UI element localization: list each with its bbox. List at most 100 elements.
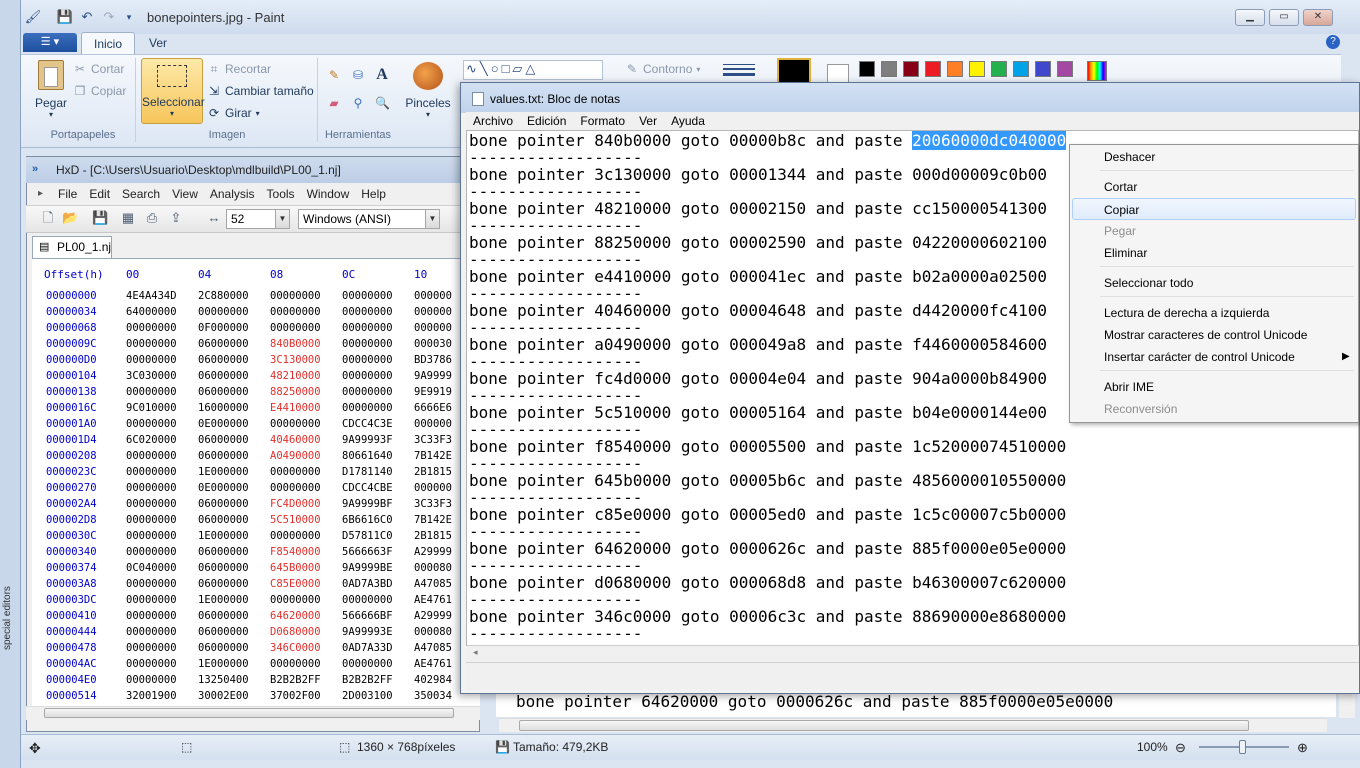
- copy-button[interactable]: ❐ Copiar: [73, 84, 127, 98]
- brushes-button[interactable]: Pinceles ▾: [405, 62, 451, 119]
- hex-cell[interactable]: 00000000: [270, 481, 342, 495]
- hex-cell[interactable]: B2B2B2FF: [342, 673, 414, 687]
- hex-cell[interactable]: 13250400: [198, 673, 270, 687]
- hex-row[interactable]: 00000068 00000000 0F000000 00000000 00000000…: [46, 321, 480, 335]
- hxd-menu-item[interactable]: Analysis: [204, 184, 261, 204]
- redo-icon[interactable]: ↷: [101, 9, 117, 25]
- select-button[interactable]: Seleccionar ▾: [141, 58, 205, 124]
- hex-cell[interactable]: 9A99993F: [342, 433, 414, 447]
- hex-cell[interactable]: 48210000: [270, 369, 342, 383]
- hxd-menu-item[interactable]: Search: [116, 184, 166, 204]
- hex-row[interactable]: 000003DC 00000000 1E000000 00000000 00000000…: [46, 593, 480, 607]
- hex-cell[interactable]: 1E000000: [198, 593, 270, 607]
- outline-dropdown[interactable]: ✎ Contorno ▾: [625, 62, 700, 76]
- hex-cell[interactable]: 00000000: [126, 577, 198, 591]
- qat-customize-icon[interactable]: ▾: [121, 9, 137, 25]
- notepad-horizontal-scrollbar[interactable]: ◂: [467, 645, 1359, 662]
- hex-cell[interactable]: 00000000: [126, 657, 198, 671]
- hex-row[interactable]: 00000034 64000000 00000000 00000000 00000000…: [46, 305, 480, 319]
- hex-cell[interactable]: 00000000: [126, 529, 198, 543]
- hxd-menu-item[interactable]: Tools: [261, 184, 301, 204]
- menu-item-mostrar-caracteres-de-control-unicode[interactable]: Mostrar caracteres de control Unicode: [1070, 324, 1358, 346]
- hex-cell[interactable]: 06000000: [198, 369, 270, 383]
- hex-row[interactable]: 000004AC 00000000 1E000000 00000000 00000000…: [46, 657, 480, 671]
- menu-item-copiar[interactable]: Copiar: [1072, 198, 1356, 220]
- color-swatch[interactable]: [1035, 61, 1051, 77]
- hex-cell[interactable]: 00000000: [342, 401, 414, 415]
- color-swatch[interactable]: [969, 61, 985, 77]
- hex-cell[interactable]: 9A99993E: [342, 625, 414, 639]
- hex-cell[interactable]: 00000000: [342, 657, 414, 671]
- tab-ver[interactable]: Ver: [137, 32, 179, 54]
- notepad-menu-item[interactable]: Formato: [573, 112, 632, 130]
- hex-cell[interactable]: 64620000: [270, 609, 342, 623]
- hex-cell[interactable]: 06000000: [198, 497, 270, 511]
- hex-cell[interactable]: D1781140: [342, 465, 414, 479]
- hex-cell[interactable]: 00000000: [270, 593, 342, 607]
- eraser-icon[interactable]: ▰: [327, 96, 341, 110]
- notepad-menu-item[interactable]: Ver: [632, 112, 664, 130]
- hex-cell[interactable]: 1E000000: [198, 529, 270, 543]
- close-button[interactable]: ✕: [1303, 9, 1333, 26]
- color-swatch[interactable]: [859, 61, 875, 77]
- notepad-menu-item[interactable]: Edición: [520, 112, 573, 130]
- hex-row[interactable]: 000000D0 00000000 06000000 3C130000 00000000…: [46, 353, 480, 367]
- fill-icon[interactable]: ⛁: [351, 68, 365, 82]
- hex-cell[interactable]: 00000000: [342, 385, 414, 399]
- hex-cell[interactable]: 00000000: [270, 321, 342, 335]
- hex-cell[interactable]: 30002E00: [198, 689, 270, 703]
- zoom-in-icon[interactable]: ⊕: [1297, 740, 1308, 756]
- edit-colors-icon[interactable]: [1087, 61, 1107, 81]
- color-swatch[interactable]: [903, 61, 919, 77]
- hex-cell[interactable]: 16000000: [198, 401, 270, 415]
- hex-cell[interactable]: 32001900: [126, 689, 198, 703]
- hex-cell[interactable]: 00000000: [270, 657, 342, 671]
- hex-cell[interactable]: 645B0000: [270, 561, 342, 575]
- hex-cell[interactable]: 00000000: [126, 641, 198, 655]
- hex-cell[interactable]: 06000000: [198, 625, 270, 639]
- hex-cell[interactable]: 346C0000: [270, 641, 342, 655]
- hex-cell[interactable]: 06000000: [198, 385, 270, 399]
- hex-row[interactable]: 00000340 00000000 06000000 F8540000 5666663F…: [46, 545, 480, 559]
- hex-cell[interactable]: 00000000: [126, 497, 198, 511]
- hex-row[interactable]: 00000478 00000000 06000000 346C0000 0AD7A33D…: [46, 641, 480, 655]
- tab-inicio[interactable]: Inicio: [81, 32, 136, 54]
- hex-row[interactable]: 000002D8 00000000 06000000 5C510000 6B6616C0…: [46, 513, 480, 527]
- hex-cell[interactable]: 06000000: [198, 337, 270, 351]
- color-swatch[interactable]: [947, 61, 963, 77]
- hex-cell[interactable]: 00000000: [342, 593, 414, 607]
- menu-item-eliminar[interactable]: Eliminar: [1070, 242, 1358, 264]
- hex-cell[interactable]: 06000000: [198, 449, 270, 463]
- hex-row[interactable]: 00000000 4E4A434D 2C880000 00000000 00000000…: [46, 289, 480, 303]
- hex-cell[interactable]: 00000000: [126, 625, 198, 639]
- hex-cell[interactable]: 06000000: [198, 561, 270, 575]
- hex-cell[interactable]: 00000000: [126, 609, 198, 623]
- charset-select[interactable]: Windows (ANSI) ▼: [298, 209, 440, 229]
- menu-item-seleccionar-todo[interactable]: Seleccionar todo: [1070, 272, 1358, 294]
- hex-cell[interactable]: 06000000: [198, 545, 270, 559]
- bytes-per-row-select[interactable]: 52 ▼: [226, 209, 290, 229]
- hex-cell[interactable]: F8540000: [270, 545, 342, 559]
- color-swatch[interactable]: [1057, 61, 1073, 77]
- hxd-menu-item[interactable]: File: [36, 184, 83, 204]
- hex-row[interactable]: 0000016C 9C010000 16000000 E4410000 00000000…: [46, 401, 480, 415]
- color-swatch[interactable]: [991, 61, 1007, 77]
- hex-cell[interactable]: 0E000000: [198, 481, 270, 495]
- hex-cell[interactable]: 3C030000: [126, 369, 198, 383]
- hex-cell[interactable]: 00000000: [126, 385, 198, 399]
- menu-item-deshacer[interactable]: Deshacer: [1070, 146, 1358, 168]
- color-swatch[interactable]: [881, 61, 897, 77]
- hex-cell[interactable]: 00000000: [126, 481, 198, 495]
- pencil-icon[interactable]: ✎: [327, 68, 341, 82]
- paint-scroll-thumb[interactable]: [519, 720, 1249, 731]
- hex-cell[interactable]: 00000000: [126, 353, 198, 367]
- hex-cell[interactable]: 00000000: [342, 369, 414, 383]
- scroll-left-icon[interactable]: ◂: [473, 647, 478, 658]
- hex-cell[interactable]: 2D003100: [342, 689, 414, 703]
- hex-cell[interactable]: D57811C0: [342, 529, 414, 543]
- hex-row[interactable]: 00000104 3C030000 06000000 48210000 00000000…: [46, 369, 480, 383]
- hex-cell[interactable]: 00000000: [126, 593, 198, 607]
- selected-text[interactable]: 20060000dc040000: [912, 131, 1067, 150]
- hex-cell[interactable]: 9C010000: [126, 401, 198, 415]
- hex-cell[interactable]: 1E000000: [198, 657, 270, 671]
